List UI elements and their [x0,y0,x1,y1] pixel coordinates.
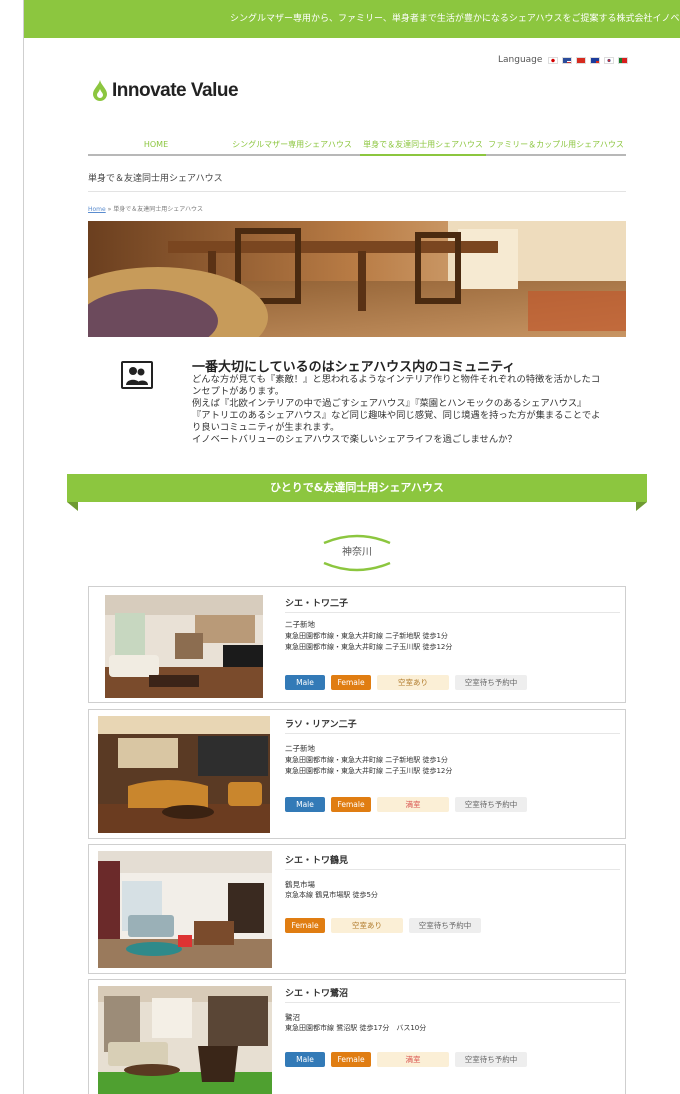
property-card[interactable]: シエ・トワ鶴見 鶴見市場 京急本線 鶴見市場駅 徒歩5分 Female 空室あり… [88,844,626,974]
site-logo[interactable]: Innovate Value [92,80,239,102]
access-line: 東急田園都市線・東急大井町線 二子玉川駅 徒歩12分 [285,766,453,775]
intro-line: り良いコミュニティが生まれます。 [192,422,340,433]
flag-pt-icon[interactable] [618,56,629,64]
property-name[interactable]: シエ・トワ二子 [285,596,348,609]
access-line: 東急田園都市線・東急大井町線 二子新地駅 徒歩1分 [285,756,448,764]
property-access: 東急田園都市線・東急大井町線 二子新地駅 徒歩1分 東急田園都市線・東急大井町線… [285,755,452,776]
language-label: Language [498,55,543,65]
tag-vacancy: 空室あり [377,675,449,690]
access-line: 東急田園都市線 鷺沼駅 徒歩17分 バス10分 [285,1024,427,1032]
nav-item-home[interactable]: HOME [88,136,224,154]
property-area: 鶴見市場 [285,880,315,889]
property-card[interactable]: ラソ・リアン二子 二子新地 東急田園都市線・東急大井町線 二子新地駅 徒歩1分 … [88,709,626,839]
tag-row: Male Female 満室 空室待ち予約中 [285,797,527,812]
section-banner: ひとりで&友達同士用シェアハウス [67,474,647,502]
tag-male: Male [285,797,325,812]
flag-tw-icon[interactable] [590,56,601,64]
access-line: 東急田園都市線・東急大井町線 二子玉川駅 徒歩12分 [285,642,453,651]
property-photo[interactable] [105,595,263,698]
intro-heading: 一番大切にしているのはシェアハウス内のコミュニティ [192,360,516,375]
card-divider [285,733,620,734]
property-card[interactable]: シエ・トワ二子 二子新地 東急田園都市線・東急大井町線 二子新地駅 徒歩1分 東… [88,586,626,703]
property-access: 東急田園都市線 鷺沼駅 徒歩17分 バス10分 [285,1023,426,1034]
intro-line: どんな方が見ても『素敵！』と思われるようなインテリア作りと物件それぞれの特徴を活… [192,374,601,385]
flag-cn-icon[interactable] [576,56,587,64]
flag-jp-icon[interactable] [548,56,559,64]
tag-vacancy: 空室あり [331,918,403,933]
banner-fold-right [636,502,647,511]
tag-male: Male [285,675,325,690]
property-access: 東急田園都市線・東急大井町線 二子新地駅 徒歩1分 東急田園都市線・東急大井町線… [285,631,452,652]
language-selector: Language [498,55,629,65]
access-line: 東急田園都市線・東急大井町線 二子新地駅 徒歩1分 [285,632,448,640]
tag-full: 満室 [377,797,449,812]
nav-item-family-couple[interactable]: ファミリー＆カップル用シェアハウス [486,136,626,154]
property-name[interactable]: シエ・トワ鷺沼 [285,986,348,999]
property-area: 二子新地 [285,620,315,629]
property-name[interactable]: ラソ・リアン二子 [285,717,357,730]
tag-full: 満室 [377,1052,449,1067]
card-divider [285,869,620,870]
property-name[interactable]: シエ・トワ鶴見 [285,853,348,866]
tag-female: Female [285,918,325,933]
breadcrumb-home-link[interactable]: Home [88,206,106,213]
flag-us-icon[interactable] [562,56,573,64]
region-label: 神奈川 [342,547,372,558]
flag-kr-icon[interactable] [604,56,615,64]
intro-line: イノベートバリューのシェアハウスで楽しいシェアライフを過ごしませんか？ [192,434,517,445]
card-divider [285,1002,620,1003]
hero-dining-photo [88,221,626,337]
tag-row: Male Female 満室 空室待ち予約中 [285,1052,527,1067]
intro-line: 『アトリエのあるシェアハウス』など同じ趣味や同じ感覚、同じ境遇を持った方が集まる… [192,410,601,421]
intro-line: 例えば『北欧インテリアの中で過ごすシェアハウス』『菜園とハンモックのあるシェアハ… [192,398,587,409]
logo-text: Innovate Value [112,80,239,101]
title-divider [88,191,626,192]
access-line: 京急本線 鶴見市場駅 徒歩5分 [285,891,378,899]
tag-waitlist: 空室待ち予約中 [455,797,527,812]
property-card[interactable]: シエ・トワ鷺沼 鷺沼 東急田園都市線 鷺沼駅 徒歩17分 バス10分 Male … [88,979,626,1094]
tag-female: Female [331,675,371,690]
page-title: 単身で＆友達同士用シェアハウス [88,174,223,184]
flag-list [548,56,629,64]
property-photo[interactable] [98,851,272,968]
tag-waitlist: 空室待ち予約中 [455,675,527,690]
tag-waitlist: 空室待ち予約中 [455,1052,527,1067]
top-tagline-bar: シングルマザー専用から、ファミリー、単身者まで生活が豊かになるシェアハウスをご提… [24,0,680,38]
tag-female: Female [331,1052,371,1067]
property-area: 鷺沼 [285,1013,300,1022]
leaf-drop-icon [93,80,107,101]
property-access: 京急本線 鶴見市場駅 徒歩5分 [285,890,378,901]
property-photo[interactable] [98,716,270,833]
tag-row: Female 空室あり 空室待ち予約中 [285,918,481,933]
community-icon [121,361,153,389]
tag-female: Female [331,797,371,812]
property-area: 二子新地 [285,744,315,753]
region-heading: 神奈川 [318,533,396,573]
property-photo[interactable] [98,986,272,1094]
card-divider [285,612,620,613]
main-nav: HOME シングルマザー専用シェアハウス 単身で＆友達同士用シェアハウス ファミ… [88,136,626,156]
tag-row: Male Female 空室あり 空室待ち予約中 [285,675,527,690]
tag-waitlist: 空室待ち予約中 [409,918,481,933]
tag-male: Male [285,1052,325,1067]
nav-item-single-mother[interactable]: シングルマザー専用シェアハウス [224,136,360,154]
breadcrumb: Home » 単身で＆友達同士用シェアハウス [88,204,203,213]
hero-image [88,221,626,337]
nav-item-single-friends[interactable]: 単身で＆友達同士用シェアハウス [360,136,486,156]
intro-text: どんな方が見ても『素敵！』と思われるようなインテリア作りと物件それぞれの特徴を活… [192,374,628,446]
breadcrumb-current: 単身で＆友達同士用シェアハウス [113,206,203,213]
page-left-border [23,0,24,1094]
intro-line: ンセプトがあります。 [192,386,285,397]
banner-fold-left [67,502,78,511]
